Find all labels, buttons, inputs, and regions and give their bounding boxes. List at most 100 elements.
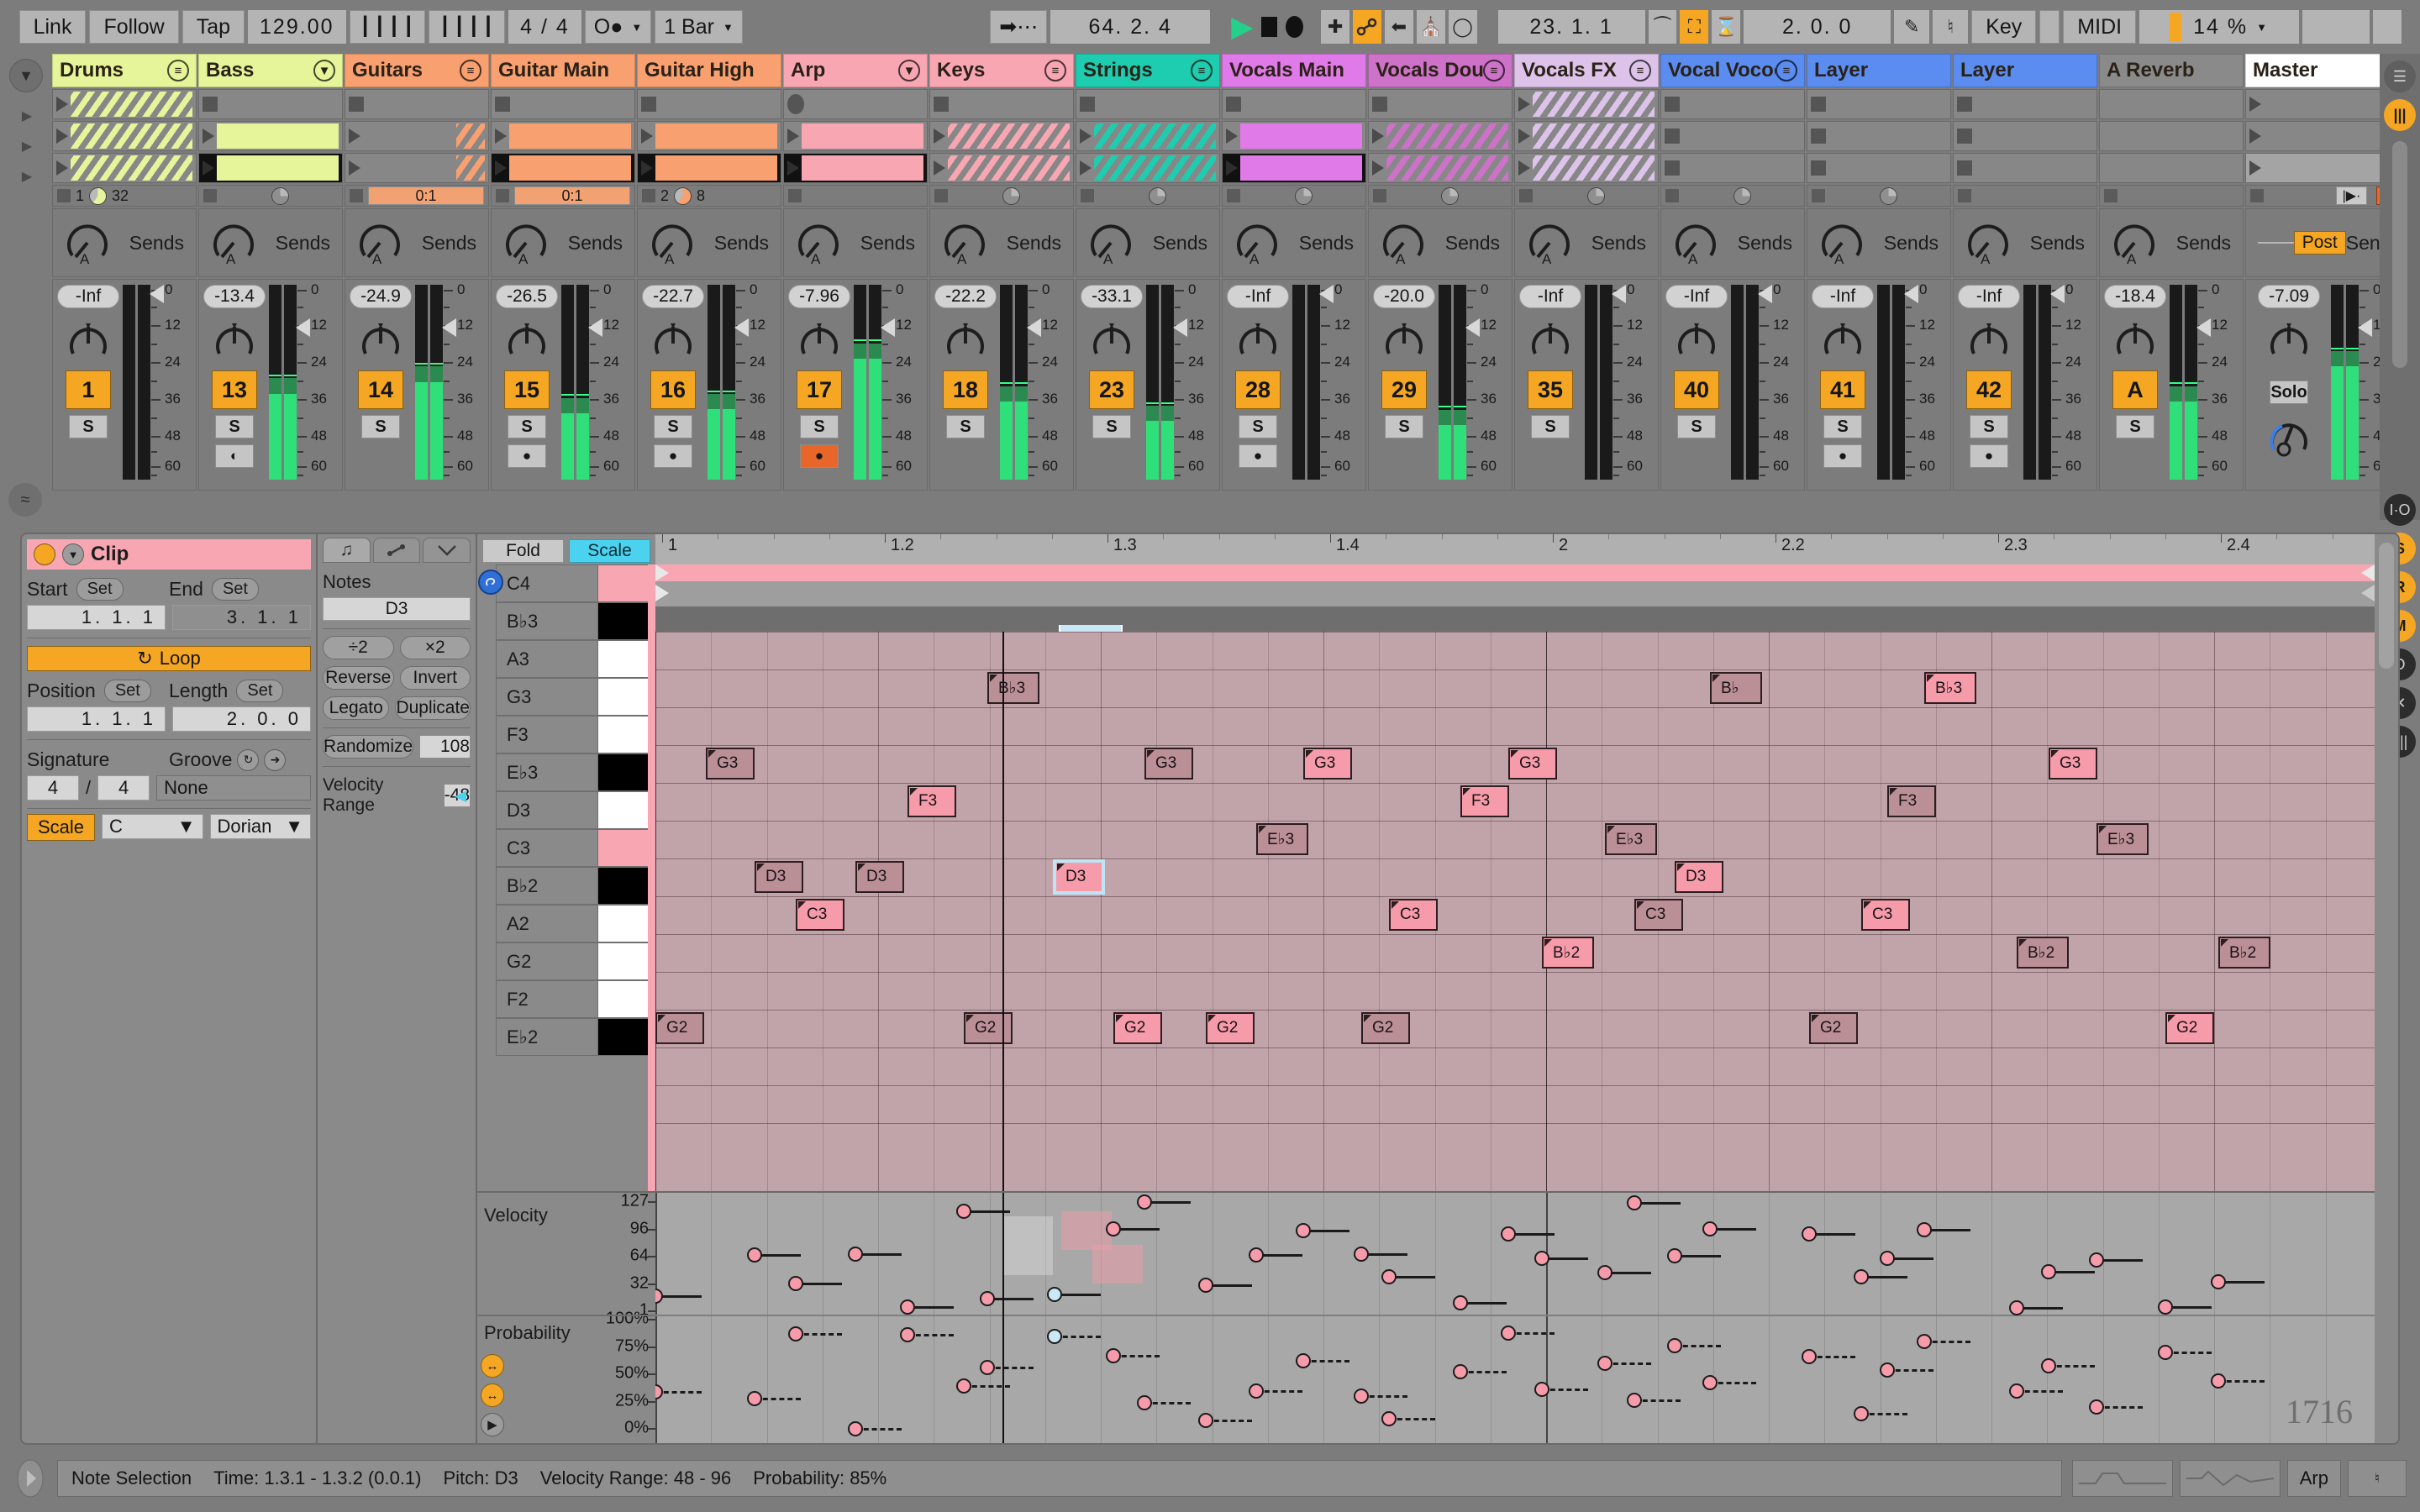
track-fold-icon[interactable]: ▼ — [313, 60, 335, 81]
clip-slot-2-2[interactable] — [345, 153, 489, 183]
stop-all-icon[interactable] — [788, 189, 802, 202]
solo-button-13[interactable]: S — [1970, 415, 2008, 438]
play-clip-icon[interactable] — [934, 129, 945, 144]
track-name-0[interactable]: Drums ≡ — [52, 54, 197, 87]
clip-slot-9-0[interactable] — [1368, 89, 1512, 119]
key-row-G2[interactable]: G2 — [496, 942, 655, 980]
scale-toggle-button[interactable]: Scale — [27, 814, 96, 841]
status-expand-icon[interactable] — [13, 1457, 47, 1499]
curve-icon[interactable]: ⌛ — [1712, 10, 1741, 44]
track-number-1[interactable]: 13 — [212, 370, 257, 409]
clip-slot-3-2[interactable] — [491, 153, 635, 183]
solo-button-0[interactable]: S — [69, 415, 108, 438]
track-name-2[interactable]: Guitars ≡ — [345, 54, 489, 87]
midi-note[interactable]: G2 — [1206, 1012, 1255, 1044]
clip-slot-0-2[interactable] — [52, 153, 197, 183]
play-clip-icon[interactable] — [641, 160, 653, 176]
track-name-9[interactable]: Vocals Doubl≡ — [1368, 54, 1512, 87]
probability-point[interactable] — [1627, 1393, 1642, 1409]
clip-time-field[interactable]: 0:1 — [514, 186, 630, 205]
piano-key-C3[interactable] — [598, 829, 655, 867]
solo-button-1[interactable]: S — [215, 415, 254, 438]
probability-point[interactable] — [1354, 1389, 1369, 1404]
key-row-G3[interactable]: G3 — [496, 678, 655, 716]
midi-note[interactable]: B♭2 — [2017, 937, 2069, 969]
track-name-4[interactable]: Guitar High — [637, 54, 781, 87]
clip-rect[interactable] — [217, 155, 339, 181]
velocity-point[interactable] — [2089, 1252, 2104, 1268]
clip-rect[interactable] — [71, 92, 192, 117]
send-a-knob[interactable]: A — [1527, 220, 1572, 265]
clip-loop-brace[interactable] — [655, 564, 2375, 581]
groove-commit-icon[interactable]: ↻ — [237, 748, 260, 771]
probability-point[interactable] — [848, 1421, 863, 1436]
stop-all-clips-icon[interactable] — [2250, 189, 2264, 202]
pan-knob[interactable] — [648, 317, 698, 362]
end-marker[interactable] — [2361, 585, 2375, 601]
track-name-8[interactable]: Vocals Main — [1222, 54, 1366, 87]
stop-clip-icon[interactable] — [1957, 129, 1972, 144]
clip-rect[interactable] — [509, 155, 631, 181]
tempo-field[interactable]: 129.00 — [248, 10, 346, 44]
velocity-point[interactable] — [1047, 1286, 1062, 1302]
clip-slot-1-1[interactable] — [198, 121, 343, 151]
draw-mode-icon[interactable]: ⏜ — [1648, 10, 1677, 44]
midi-note[interactable]: E♭3 — [1256, 823, 1308, 855]
stop-clip-icon[interactable] — [1372, 97, 1387, 112]
midi-note[interactable]: F3 — [1887, 785, 1936, 817]
clip-slot-7-0[interactable] — [1076, 89, 1220, 119]
send-a-knob[interactable]: A — [1088, 220, 1134, 265]
probability-point[interactable] — [1534, 1382, 1549, 1398]
pan-knob[interactable] — [1525, 317, 1576, 362]
play-clip-icon[interactable] — [1518, 160, 1530, 176]
pan-knob[interactable] — [63, 317, 113, 362]
stop-clip-icon[interactable] — [1226, 97, 1241, 112]
clip-slot-2-0[interactable] — [345, 89, 489, 119]
clip-slot-0-1[interactable] — [52, 121, 197, 151]
clip-slot-13-0[interactable] — [1953, 89, 2097, 119]
track-menu-icon[interactable]: ≡ — [1629, 60, 1651, 81]
stop-clip-icon[interactable] — [495, 97, 510, 112]
clip-rect[interactable] — [509, 123, 631, 149]
stop-all-icon[interactable] — [496, 189, 509, 202]
clip-slot-4-0[interactable] — [637, 89, 781, 119]
track-number-2[interactable]: 14 — [358, 370, 403, 409]
selected-note-field[interactable]: D3 — [323, 597, 471, 621]
track-menu-icon[interactable]: ≡ — [1776, 60, 1797, 81]
midi-note[interactable]: G2 — [1809, 1012, 1858, 1044]
clip-slot-2-1[interactable] — [345, 121, 489, 151]
midi-note[interactable]: G3 — [706, 748, 755, 780]
post-button[interactable]: Post — [2293, 231, 2346, 255]
arrangement-position[interactable]: 64. 2. 4 — [1050, 10, 1211, 44]
velocity-point[interactable] — [1354, 1247, 1369, 1263]
probability-point[interactable] — [1702, 1375, 1718, 1391]
clip-slot-6-0[interactable] — [929, 89, 1074, 119]
track-menu-icon[interactable]: ≡ — [1483, 60, 1505, 81]
probability-point[interactable] — [1249, 1383, 1264, 1399]
midi-note[interactable]: D3 — [1053, 859, 1105, 895]
play-clip-icon[interactable] — [1372, 160, 1384, 176]
stop-clip-icon[interactable] — [1665, 129, 1680, 144]
clip-slot-5-0[interactable] — [783, 89, 928, 119]
volume-display-8[interactable]: -Inf — [1227, 285, 1289, 308]
velocity-point[interactable] — [1854, 1269, 1869, 1285]
midi-note[interactable]: F3 — [908, 785, 956, 817]
pan-knob[interactable] — [2264, 317, 2314, 362]
midi-note[interactable]: G3 — [1144, 748, 1193, 780]
track-number-14[interactable]: A — [2112, 370, 2158, 409]
stop-clip-icon[interactable] — [349, 97, 364, 112]
midi-note[interactable]: D3 — [1675, 861, 1723, 893]
solo-button-3[interactable]: S — [508, 415, 546, 438]
track-dot-button-13[interactable]: ● — [1970, 444, 2008, 468]
clip-slot-10-0[interactable] — [1514, 89, 1659, 119]
midi-note[interactable]: C3 — [1634, 899, 1683, 931]
track-dot-button-8[interactable]: ● — [1239, 444, 1277, 468]
play-clip-icon[interactable] — [349, 129, 360, 144]
velocity-range-field[interactable]: -48 ◀ — [443, 784, 471, 807]
track-name-10[interactable]: Vocals FX ≡ — [1514, 54, 1659, 87]
clip-slot-9-2[interactable] — [1368, 153, 1512, 183]
pan-knob[interactable] — [1086, 317, 1137, 362]
loop-button[interactable]: ↻ Loop — [27, 646, 311, 671]
clip-slot-14-0[interactable] — [2099, 89, 2244, 119]
scene-play-icon[interactable] — [2249, 97, 2261, 112]
